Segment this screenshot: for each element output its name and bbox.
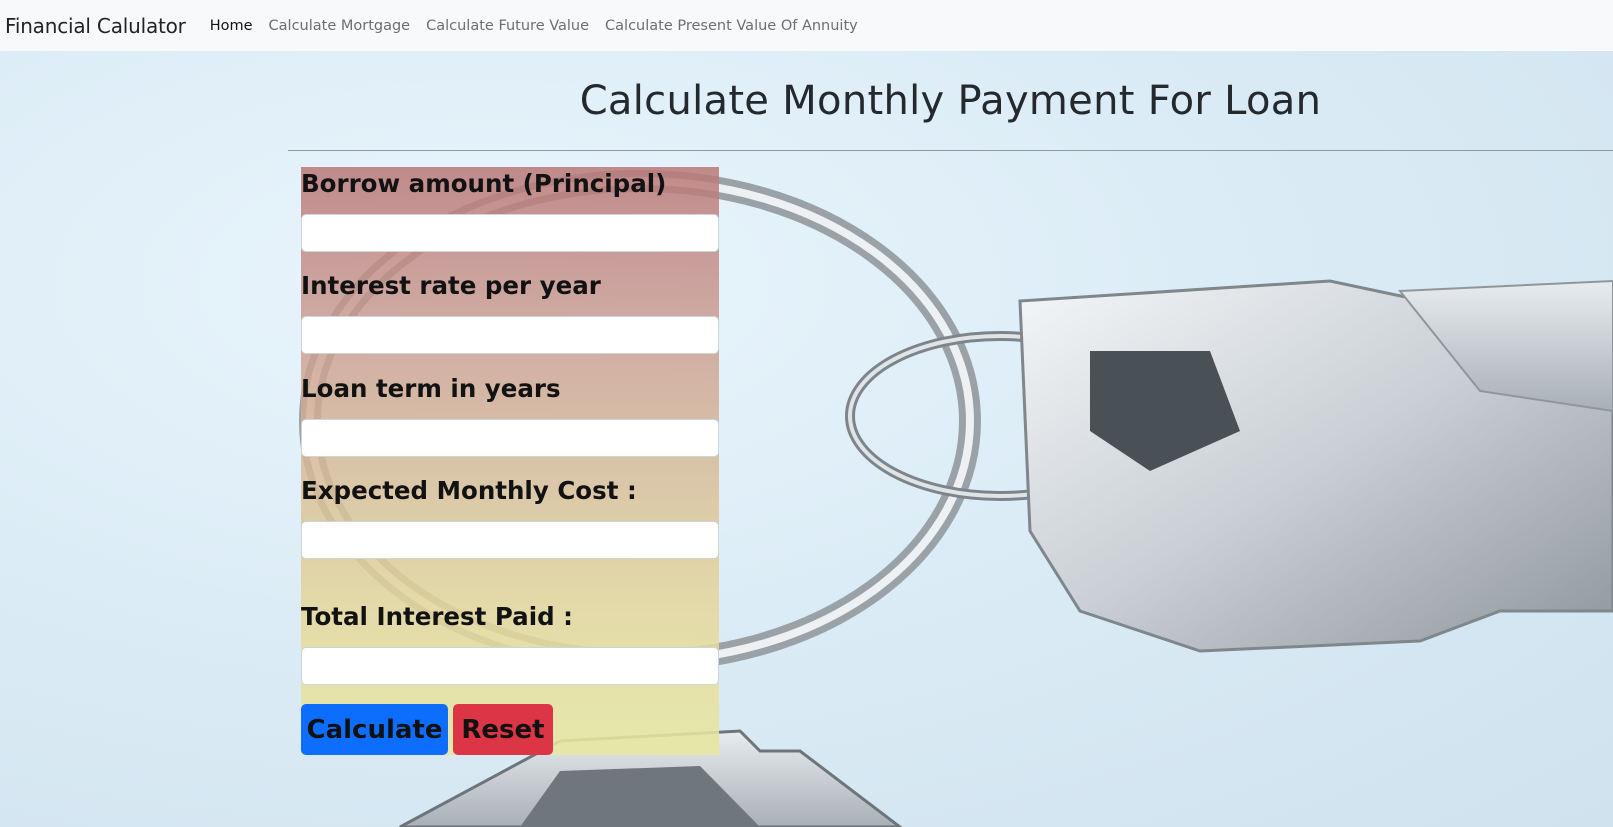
keys-illustration [299,170,1613,827]
interest-rate-input[interactable] [301,316,719,354]
principal-label: Borrow amount (Principal) [301,169,667,198]
nav-link-calculate-mortgage[interactable]: Calculate Mortgage [269,18,411,34]
reset-button[interactable]: Reset [453,704,553,755]
interest-rate-label: Interest rate per year [301,271,601,300]
monthly-cost-label: Expected Monthly Cost : [301,476,637,505]
loan-term-label: Loan term in years [301,374,561,403]
monthly-cost-output[interactable] [301,521,719,559]
title-divider [288,150,1613,151]
nav-links: Home Calculate Mortgage Calculate Future… [202,18,866,34]
total-interest-output[interactable] [301,647,719,685]
total-interest-label: Total Interest Paid : [301,602,573,631]
principal-input[interactable] [301,214,719,252]
background-image [0,51,1613,827]
page-title: Calculate Monthly Payment For Loan [579,78,1322,124]
loan-term-input[interactable] [301,419,719,457]
nav-link-calculate-future-value[interactable]: Calculate Future Value [426,18,589,34]
nav-link-calculate-present-value-annuity[interactable]: Calculate Present Value Of Annuity [605,18,858,34]
navbar: Financial Calulator Home Calculate Mortg… [0,0,1613,51]
loan-form: Borrow amount (Principal) Interest rate … [301,167,719,755]
nav-link-home[interactable]: Home [210,18,253,34]
calculate-button[interactable]: Calculate [301,704,448,755]
navbar-brand[interactable]: Financial Calulator [5,14,186,38]
